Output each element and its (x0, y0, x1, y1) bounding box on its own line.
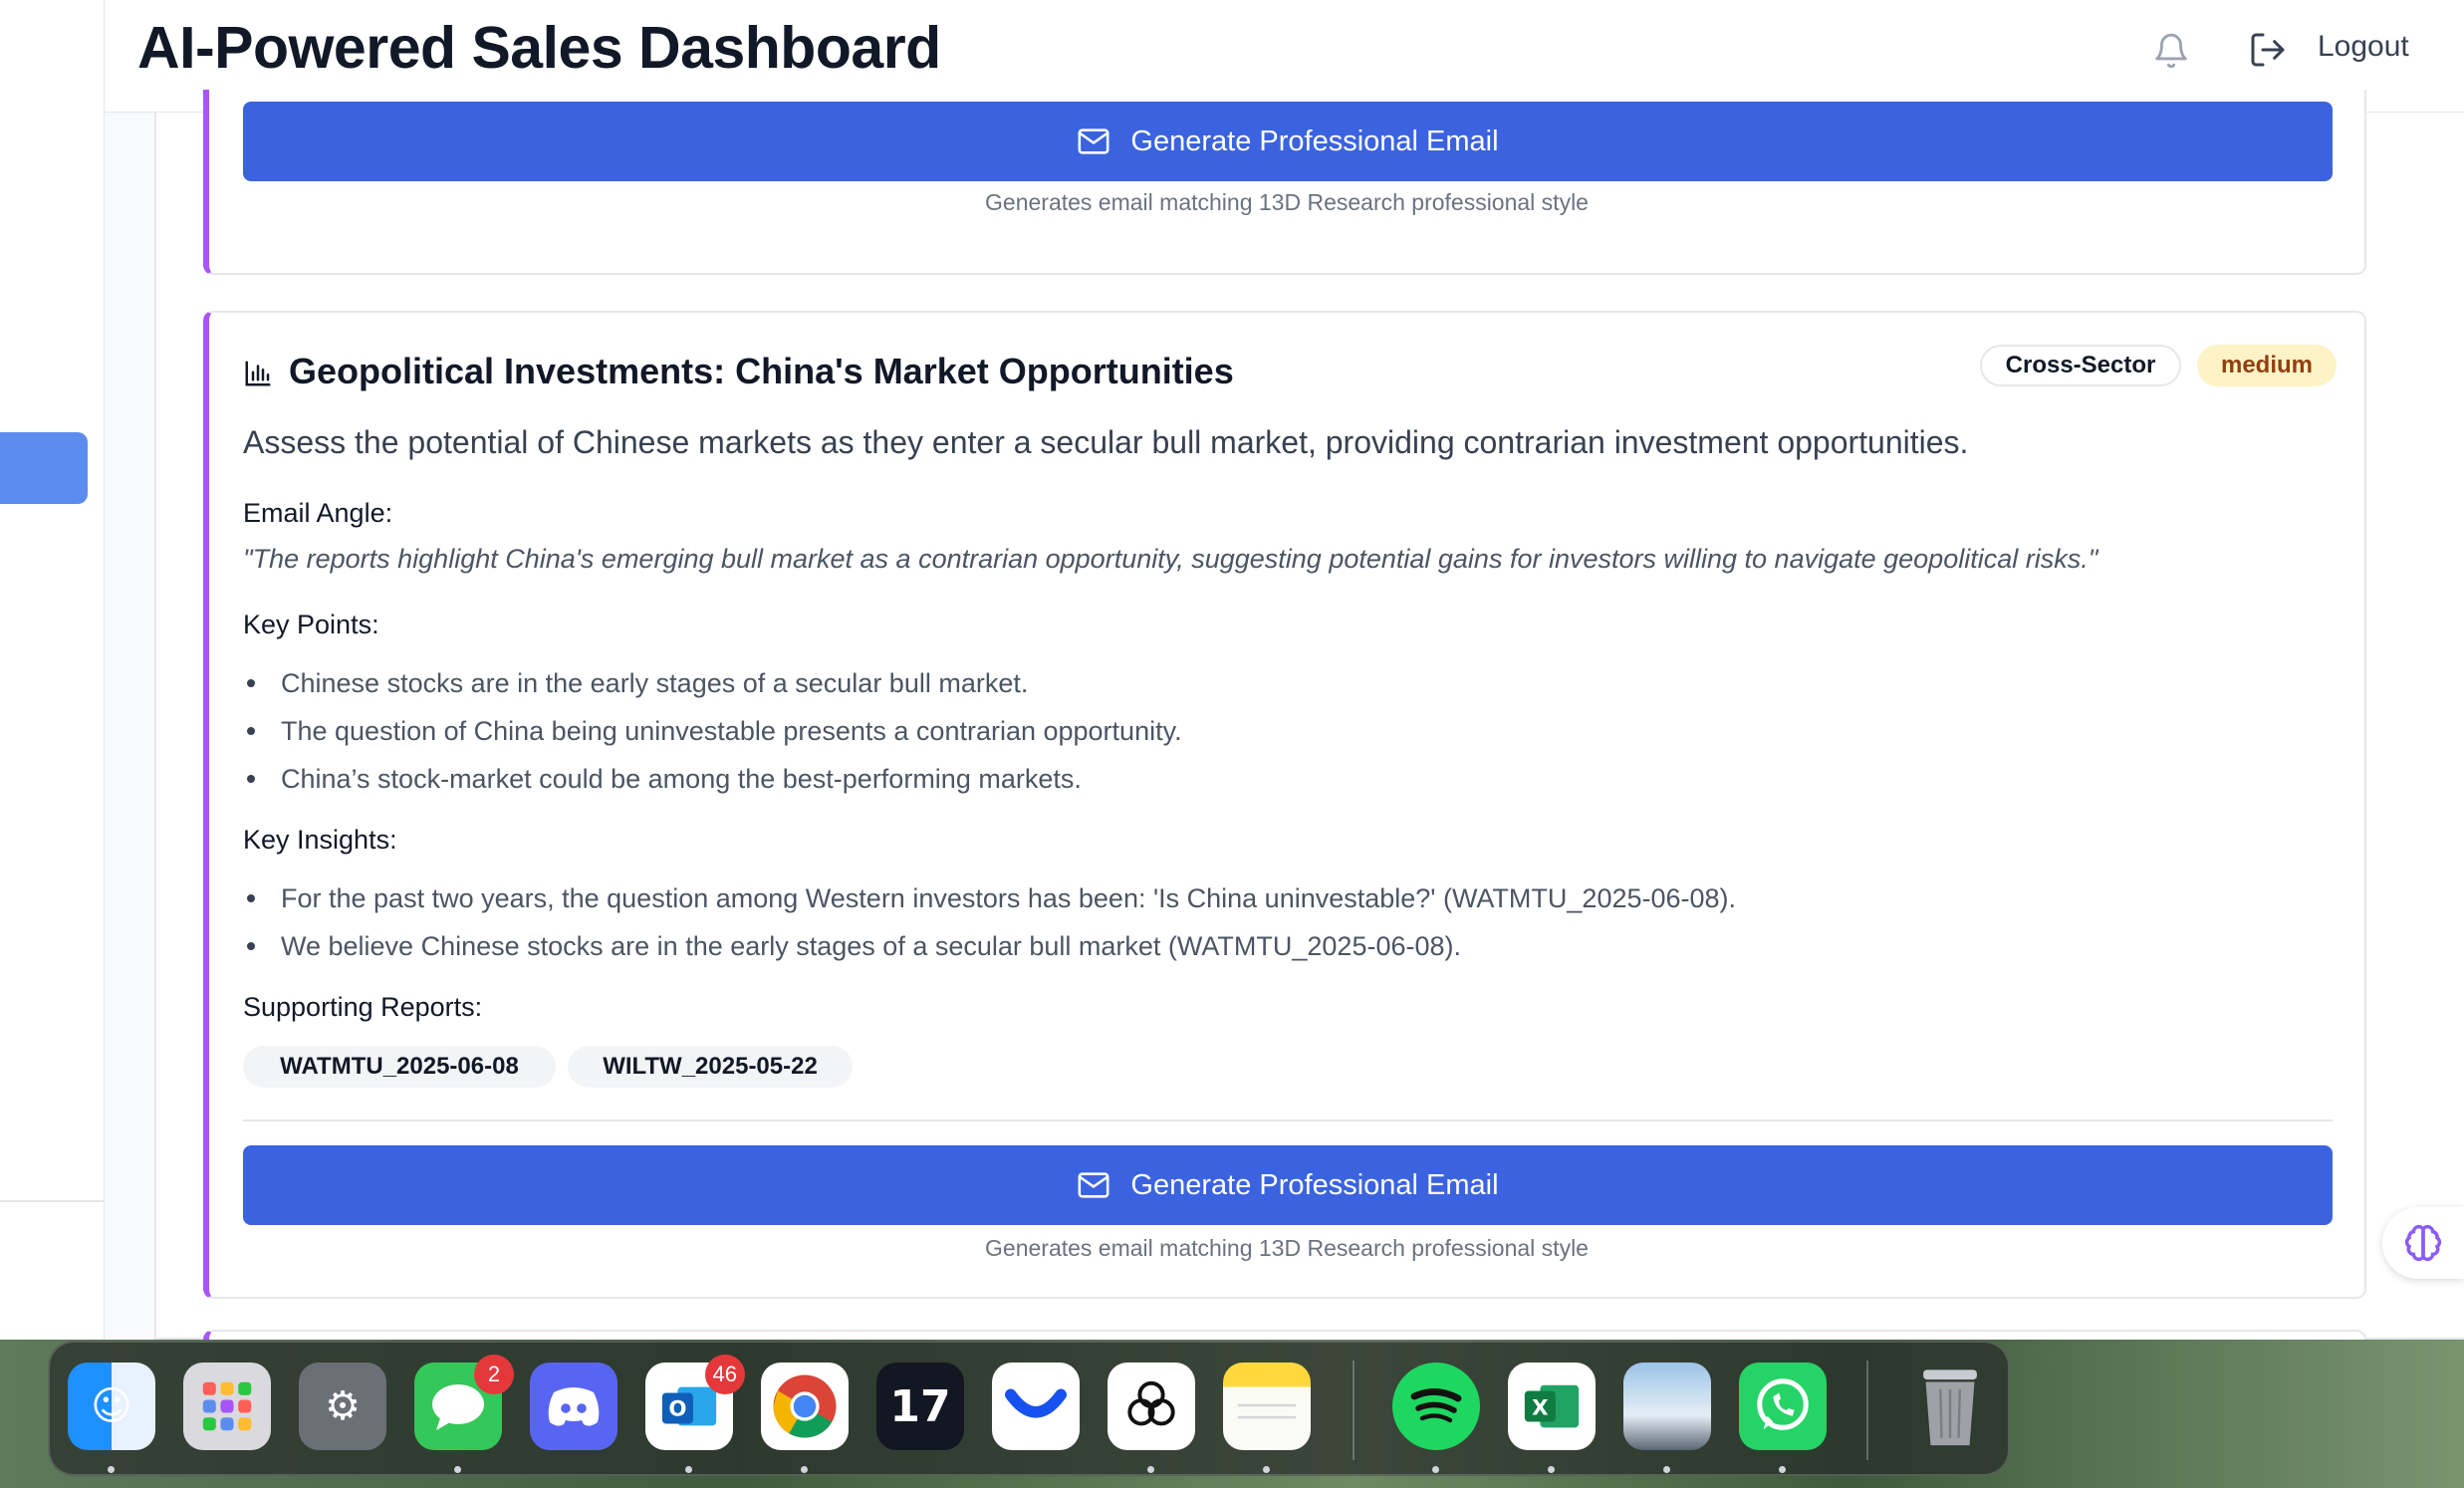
generate-email-label: Generate Professional Email (1130, 124, 1499, 157)
whatsapp-phone-icon (1757, 1378, 1809, 1430)
email-style-hint: Generates email matching 13D Research pr… (985, 189, 1589, 215)
generate-email-button[interactable]: Generate Professional Email (243, 1145, 2333, 1225)
spotify-waves-icon (1410, 1388, 1462, 1423)
key-insights-label: Key Insights: (243, 825, 397, 855)
key-points-label: Key Points: (243, 610, 379, 639)
notes-lines-icon (1238, 1403, 1296, 1419)
excel-logo-icon: X (1524, 1384, 1580, 1428)
running-indicator (1548, 1466, 1555, 1473)
chrome-icon[interactable] (761, 1363, 849, 1450)
grid-icon (202, 1381, 252, 1431)
key-point-item: China’s stock-market could be among the … (243, 755, 1182, 803)
chrome-logo-icon (773, 1374, 837, 1438)
brain-icon (2404, 1224, 2442, 1262)
opportunity-card-previous: Generate Professional Email Generates em… (203, 90, 2366, 275)
key-insight-item: We believe Chinese stocks are in the ear… (243, 922, 1736, 970)
mail-icon (1078, 128, 1109, 154)
whatsapp-icon[interactable] (1739, 1363, 1827, 1450)
ai-assistant-button[interactable] (2382, 1207, 2464, 1279)
logout-icon[interactable] (2248, 30, 2288, 70)
bar-chart-icon (245, 361, 271, 386)
running-indicator (454, 1466, 461, 1473)
key-points-list: Chinese stocks are in the early stages o… (243, 659, 1182, 803)
opportunity-card: Geopolitical Investments: China's Market… (203, 311, 2366, 1299)
report-chip[interactable]: WILTW_2025-05-22 (568, 1046, 853, 1088)
running-indicator (801, 1466, 808, 1473)
running-indicator (1263, 1466, 1270, 1473)
sidebar-divider (0, 1200, 105, 1202)
generate-email-label: Generate Professional Email (1130, 1168, 1499, 1201)
preview-icon[interactable] (1623, 1363, 1711, 1450)
openai-logo-icon (1127, 1380, 1175, 1426)
system-settings-icon[interactable]: ⚙ (299, 1363, 386, 1450)
mail-icon (1078, 1172, 1109, 1198)
generate-email-button[interactable]: Generate Professional Email (243, 102, 2333, 181)
excel-icon[interactable]: X (1508, 1363, 1596, 1450)
key-point-item: The question of China being uninvestable… (243, 707, 1182, 755)
priority-badge: medium (2197, 345, 2337, 386)
dock-separator (1353, 1361, 1355, 1460)
page-title: AI-Powered Sales Dashboard (137, 15, 941, 81)
trash-can-icon (1923, 1369, 1977, 1446)
dock: ☺ ⚙ 2 O 46 17 X (48, 1341, 2010, 1476)
svg-text:X: X (1532, 1396, 1548, 1421)
email-angle-text: "The reports highlight China's emerging … (243, 544, 2098, 574)
logout-button[interactable]: Logout (2318, 30, 2409, 64)
sidebar-active-item[interactable] (0, 432, 88, 504)
launchpad-icon[interactable] (183, 1363, 271, 1450)
email-style-hint: Generates email matching 13D Research pr… (985, 1235, 1589, 1261)
card-divider (243, 1119, 2333, 1121)
sidebar (0, 0, 105, 1340)
wallet-smile-icon (1005, 1388, 1067, 1418)
key-insight-item: For the past two years, the question amo… (243, 874, 1736, 922)
trash-icon[interactable] (1906, 1363, 1994, 1450)
discord-icon[interactable] (530, 1363, 617, 1450)
tradingview-icon[interactable]: 17 (876, 1363, 964, 1450)
opportunity-title: Geopolitical Investments: China's Market… (289, 351, 1234, 391)
messages-badge: 2 (474, 1355, 514, 1394)
finder-icon[interactable]: ☺ (68, 1363, 155, 1450)
notes-icon[interactable] (1223, 1363, 1311, 1450)
spotify-icon[interactable] (1392, 1363, 1480, 1450)
sector-badge: Cross-Sector (1980, 345, 2181, 386)
report-chip[interactable]: WATMTU_2025-06-08 (243, 1046, 556, 1088)
supporting-reports-label: Supporting Reports: (243, 992, 483, 1022)
running-indicator (108, 1466, 115, 1473)
key-point-item: Chinese stocks are in the early stages o… (243, 659, 1182, 707)
key-insights-list: For the past two years, the question amo… (243, 874, 1736, 970)
bell-icon[interactable] (2152, 32, 2190, 70)
running-indicator (685, 1466, 692, 1473)
running-indicator (1147, 1466, 1154, 1473)
running-indicator (1432, 1466, 1439, 1473)
chatgpt-icon[interactable] (1108, 1363, 1195, 1450)
messages-icon[interactable]: 2 (414, 1355, 514, 1450)
running-indicator (1663, 1466, 1670, 1473)
discord-logo-icon (548, 1387, 600, 1426)
outlook-icon[interactable]: O 46 (645, 1355, 745, 1450)
outlook-badge: 46 (704, 1355, 745, 1394)
opportunity-summary: Assess the potential of Chinese markets … (243, 424, 1969, 460)
email-angle-label: Email Angle: (243, 498, 393, 528)
running-indicator (1779, 1466, 1786, 1473)
dock-separator (1866, 1361, 1868, 1460)
coinbase-icon[interactable] (992, 1363, 1080, 1450)
svg-text:O: O (668, 1397, 686, 1422)
